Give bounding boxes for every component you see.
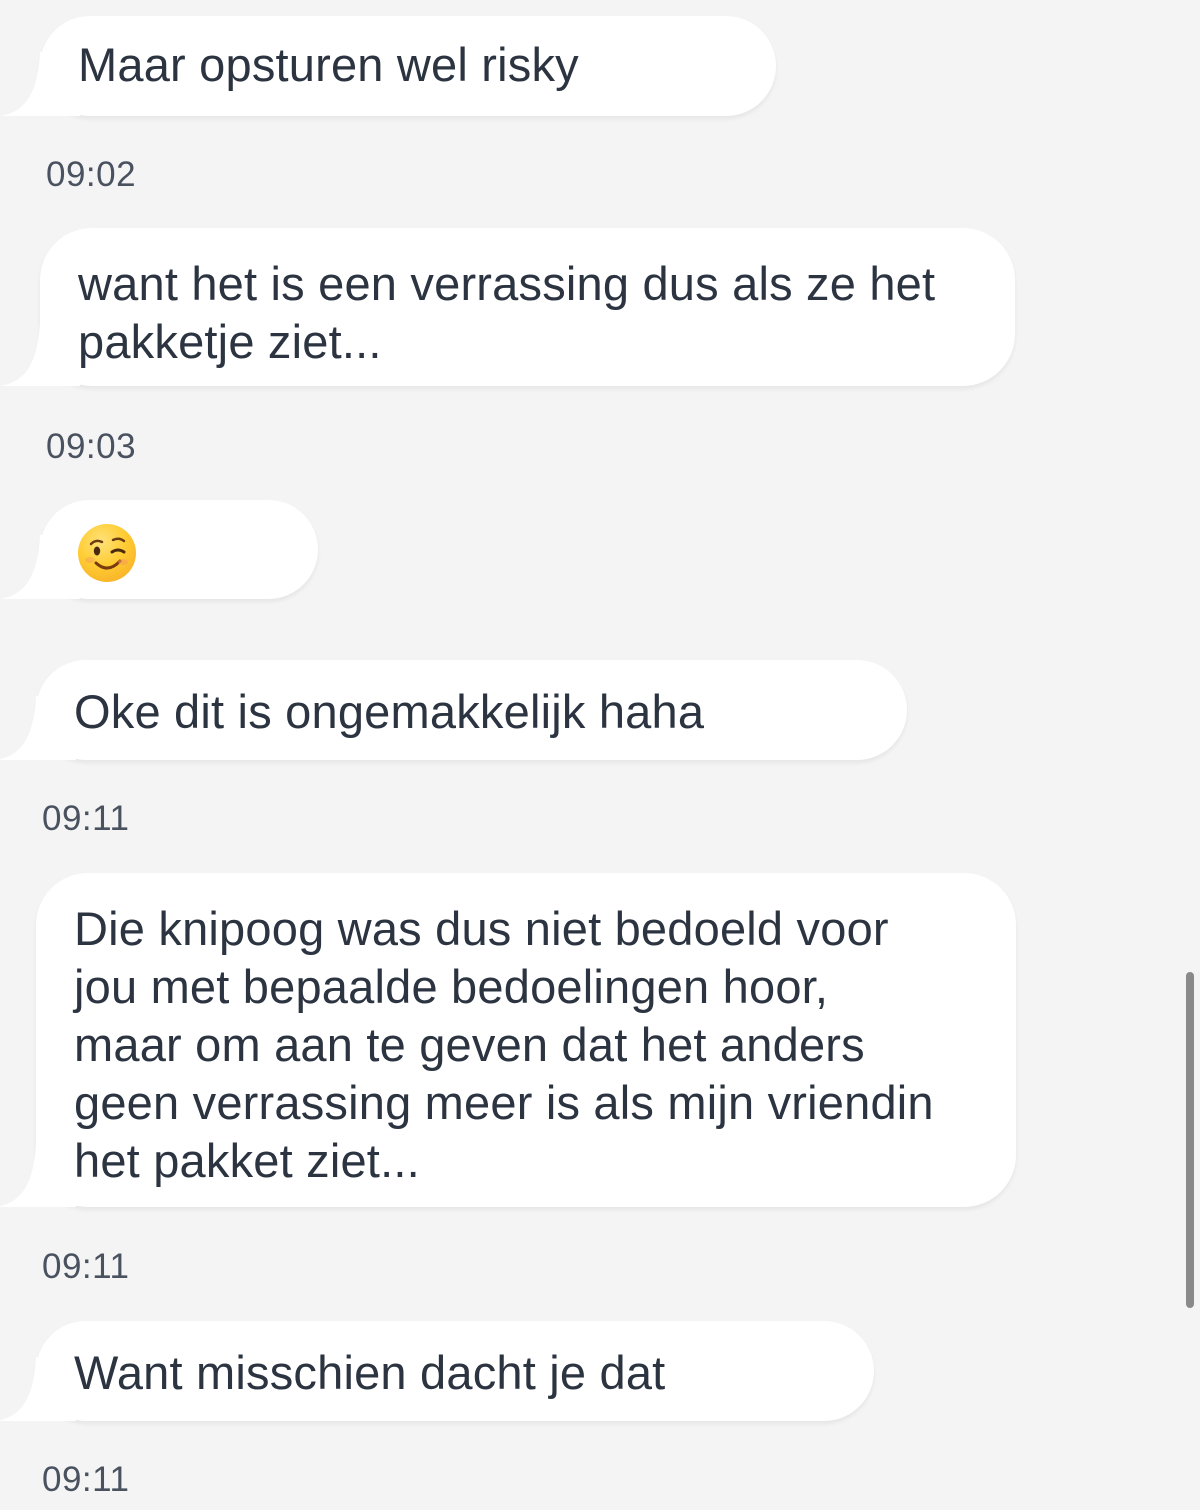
message-bubble[interactable]: Maar opsturen wel risky bbox=[40, 16, 776, 116]
message-bubble[interactable]: want het is een verrassing dus als ze he… bbox=[40, 228, 1015, 386]
message-timestamp: 09:11 bbox=[42, 1460, 130, 1499]
message-bubble[interactable]: Want misschien dacht je dat bbox=[36, 1321, 874, 1421]
message-text: Die knipoog was dus niet bedoeld voor jo… bbox=[74, 902, 934, 1187]
message-timestamp: 09:11 bbox=[42, 799, 130, 838]
message-text: Want misschien dacht je dat bbox=[74, 1346, 666, 1399]
message-text: Oke dit is ongemakkelijk haha bbox=[74, 685, 705, 738]
scrollbar[interactable] bbox=[1186, 972, 1194, 1308]
winking-face-icon bbox=[85, 537, 128, 570]
message-text: Maar opsturen wel risky bbox=[78, 38, 579, 91]
message-bubble[interactable]: Oke dit is ongemakkelijk haha bbox=[36, 660, 907, 760]
message-timestamp: 09:03 bbox=[46, 427, 137, 466]
message-text: want het is een verrassing dus als ze he… bbox=[78, 257, 936, 368]
message-timestamp: 09:02 bbox=[46, 155, 137, 194]
winking-face-emoji-icon bbox=[78, 524, 136, 582]
message-bubble[interactable]: Die knipoog was dus niet bedoeld voor jo… bbox=[36, 873, 1016, 1207]
message-bubble[interactable] bbox=[40, 500, 318, 599]
message-timestamp: 09:11 bbox=[42, 1247, 130, 1286]
bubble-tail bbox=[0, 535, 80, 599]
